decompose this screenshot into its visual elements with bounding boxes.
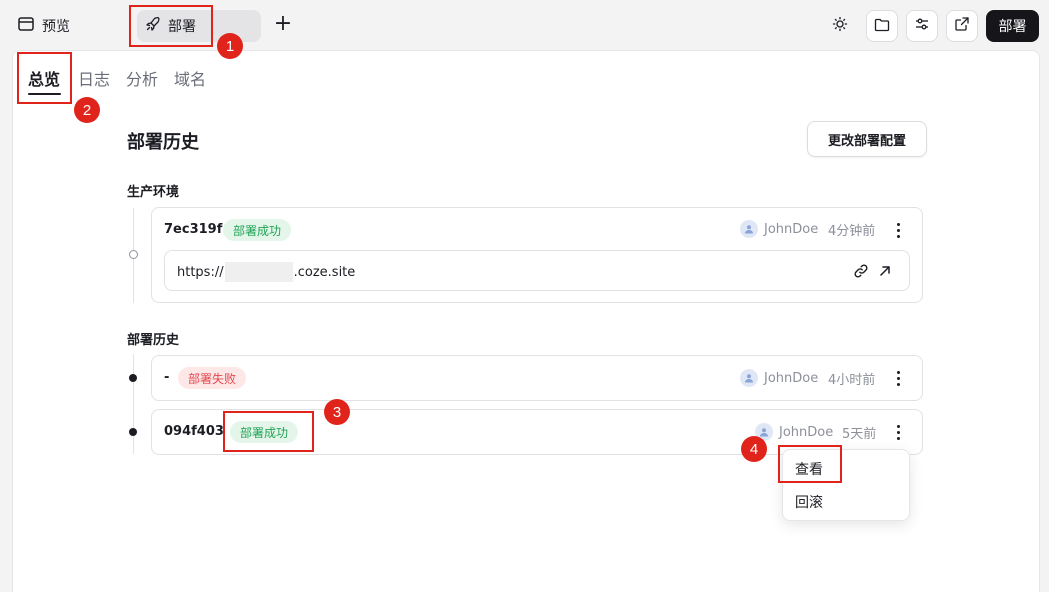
menu-item-rollback[interactable]: 回滚 bbox=[795, 492, 823, 512]
annotation-box bbox=[778, 445, 842, 483]
history-timeline-dot bbox=[129, 374, 137, 382]
user-name: JohnDoe bbox=[764, 221, 819, 237]
copy-link-button[interactable] bbox=[853, 263, 869, 279]
history-commit: 094f403 bbox=[164, 424, 224, 439]
more-options-button[interactable] bbox=[890, 368, 906, 388]
folder-icon bbox=[874, 17, 890, 36]
avatar bbox=[740, 220, 758, 238]
open-external-button[interactable] bbox=[946, 10, 978, 42]
open-url-button[interactable] bbox=[877, 263, 893, 279]
theme-toggle-button[interactable] bbox=[824, 10, 856, 42]
url-suffix: .coze.site bbox=[293, 264, 356, 280]
production-timeline-dot bbox=[129, 250, 138, 259]
external-link-icon bbox=[954, 16, 970, 36]
history-user: JohnDoe bbox=[740, 369, 818, 387]
history-timeline-dot bbox=[129, 428, 137, 436]
annotation-box bbox=[223, 411, 314, 452]
change-config-button[interactable]: 更改部署配置 bbox=[807, 121, 927, 157]
tab-logs[interactable]: 日志 bbox=[78, 66, 110, 90]
history-time: 4小时前 bbox=[828, 373, 876, 388]
annotation-marker: 4 bbox=[741, 436, 767, 462]
production-label: 生产环境 bbox=[127, 185, 180, 200]
tab-preview-label: 预览 bbox=[42, 19, 70, 35]
status-badge: 部署成功 bbox=[223, 219, 292, 241]
avatar bbox=[740, 369, 758, 387]
history-label: 部署历史 bbox=[127, 333, 180, 348]
tab-domains[interactable]: 域名 bbox=[174, 66, 206, 90]
link-icon bbox=[853, 264, 869, 283]
add-tab-button[interactable]: + bbox=[272, 13, 294, 37]
deployment-url[interactable]: https:// .coze.site bbox=[177, 262, 355, 282]
tab-analytics[interactable]: 分析 bbox=[126, 66, 158, 90]
user-name: JohnDoe bbox=[779, 424, 834, 440]
history-commit: - bbox=[164, 370, 170, 385]
browser-window-icon bbox=[18, 17, 34, 35]
arrow-up-right-icon bbox=[877, 264, 893, 283]
user-name: JohnDoe bbox=[764, 370, 819, 386]
sliders-icon bbox=[914, 16, 930, 36]
production-user: JohnDoe bbox=[740, 220, 818, 238]
history-timeline bbox=[133, 354, 134, 454]
history-user: JohnDoe bbox=[755, 423, 833, 441]
production-time: 4分钟前 bbox=[828, 224, 876, 239]
annotation-marker: 2 bbox=[74, 97, 100, 123]
deploy-button[interactable]: 部署 bbox=[986, 10, 1039, 42]
production-commit: 7ec319f bbox=[164, 222, 223, 237]
annotation-box bbox=[17, 52, 72, 104]
settings-button[interactable] bbox=[906, 10, 938, 42]
folder-button[interactable] bbox=[866, 10, 898, 42]
more-options-button[interactable] bbox=[890, 220, 906, 240]
tab-preview[interactable]: 预览 bbox=[18, 13, 70, 39]
annotation-marker: 3 bbox=[324, 399, 350, 425]
sun-icon bbox=[832, 16, 848, 36]
annotation-box bbox=[129, 5, 213, 47]
page-title: 部署历史 bbox=[127, 132, 199, 153]
more-options-button[interactable] bbox=[890, 422, 906, 442]
annotation-marker: 1 bbox=[217, 33, 243, 59]
status-badge: 部署失败 bbox=[178, 367, 247, 389]
url-prefix: https:// bbox=[177, 264, 224, 280]
url-redacted-mask bbox=[224, 262, 293, 282]
history-time: 5天前 bbox=[842, 427, 877, 442]
